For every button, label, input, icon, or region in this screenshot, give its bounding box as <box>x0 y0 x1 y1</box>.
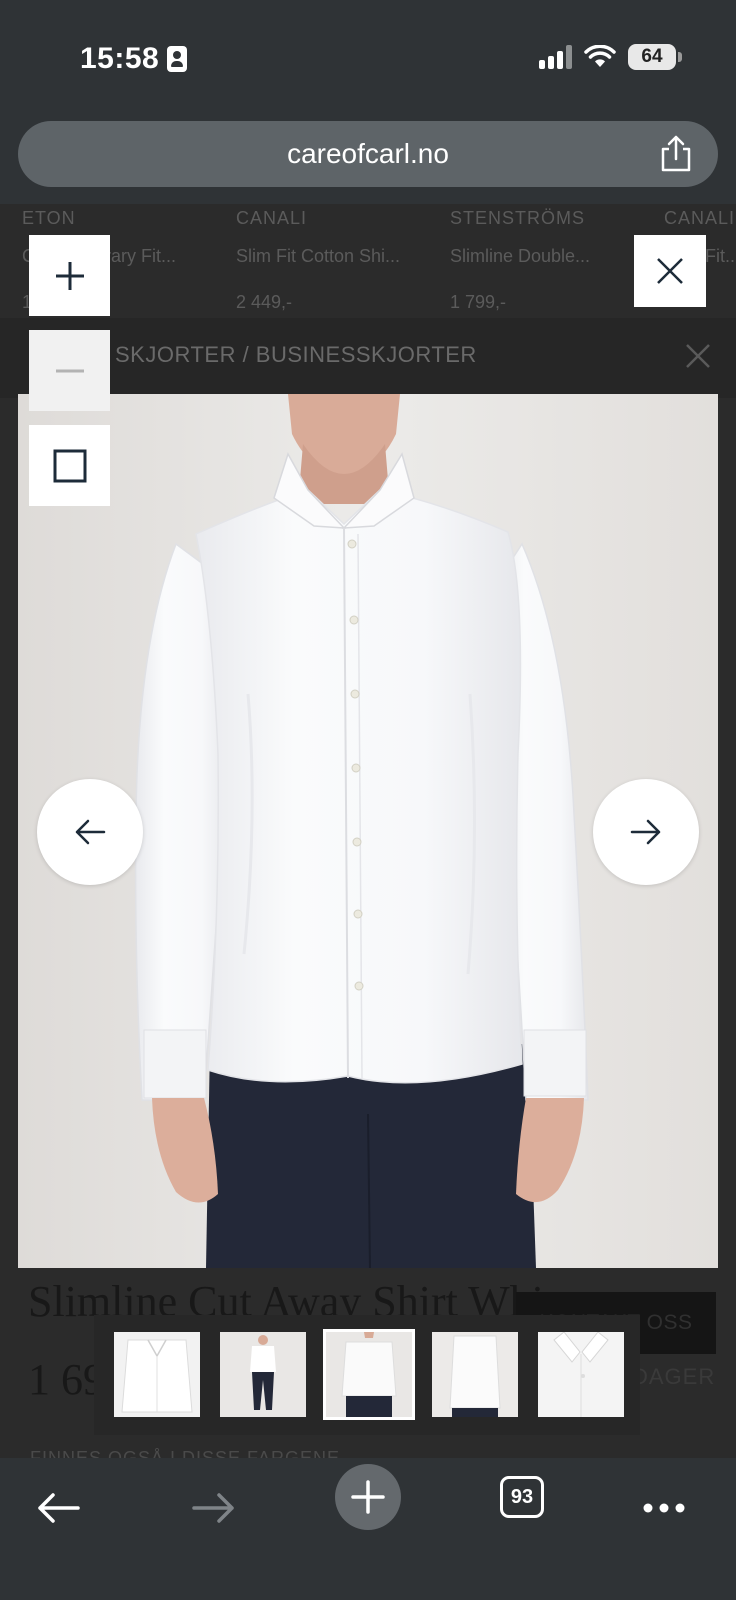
arrow-right-icon <box>630 819 661 845</box>
back-arrow-icon <box>38 1493 80 1523</box>
tab-count: 93 <box>510 1485 534 1508</box>
thumbnail[interactable] <box>114 1332 200 1417</box>
browser-toolbar: 93 <box>0 1458 736 1600</box>
product-brand: CANALI <box>236 208 308 228</box>
status-bar: 15:58 64 <box>0 0 736 118</box>
thumbnail[interactable] <box>220 1332 306 1417</box>
delivery-days: DAGER <box>632 1364 716 1389</box>
battery-level: 64 <box>641 46 663 67</box>
colors-heading: FINNES OGSÅ I DISSE FARGENE <box>30 1448 341 1458</box>
close-icon[interactable] <box>684 342 712 370</box>
product-brand: ETON <box>22 208 76 228</box>
product-name: Slim Fit Cotton Shi... <box>236 246 401 266</box>
address-bar[interactable]: careofcarl.no <box>18 121 718 187</box>
contact-card-icon <box>167 46 188 72</box>
thumbnail[interactable] <box>432 1332 518 1417</box>
battery-indicator: 64 <box>628 44 682 70</box>
more-icon <box>643 1503 685 1513</box>
url-text[interactable]: careofcarl.no <box>287 138 449 170</box>
zoom-in-button[interactable] <box>29 235 110 316</box>
recommended-products: ETON Contemporary Fit... 1... CANALI Sli… <box>0 204 736 316</box>
wifi-icon <box>584 45 616 67</box>
plus-icon <box>55 261 84 290</box>
thumbnail[interactable] <box>538 1332 624 1417</box>
forward-arrow-icon <box>192 1493 234 1523</box>
previous-image-button[interactable] <box>37 779 143 885</box>
back-button[interactable] <box>24 1474 92 1542</box>
close-gallery-button[interactable] <box>634 235 706 307</box>
product-brand: CANALI <box>664 208 736 228</box>
share-icon[interactable] <box>658 135 694 173</box>
breadcrumb-bar: SKJORTER / BUSINESSKJORTER <box>0 318 736 398</box>
menu-button[interactable] <box>630 1474 698 1542</box>
product-price: 2 449,- <box>236 292 293 312</box>
minus-icon <box>55 369 84 372</box>
thumbnail-active[interactable] <box>323 1329 415 1420</box>
status-time: 15:58 <box>80 42 188 76</box>
forward-button[interactable] <box>180 1474 248 1542</box>
thumbnail-strip <box>94 1315 640 1435</box>
product-price: 1 799,- <box>450 292 507 312</box>
fullscreen-button[interactable] <box>29 425 110 506</box>
product-brand: STENSTRÖMS <box>450 208 586 228</box>
next-image-button[interactable] <box>593 779 699 885</box>
clock: 15:58 <box>80 42 160 75</box>
close-icon <box>657 258 683 284</box>
breadcrumb[interactable]: SKJORTER / BUSINESSKJORTER <box>115 342 477 368</box>
system-icons: 64 <box>539 44 682 70</box>
fullscreen-icon <box>53 449 86 482</box>
arrow-left-icon <box>75 819 106 845</box>
zoom-out-button[interactable] <box>29 330 110 411</box>
plus-icon <box>351 1480 385 1514</box>
product-name: Slimline Double... <box>450 246 591 266</box>
cellular-signal-icon <box>539 45 572 69</box>
tabs-button[interactable]: 93 <box>500 1476 544 1518</box>
new-tab-button[interactable] <box>335 1464 401 1530</box>
